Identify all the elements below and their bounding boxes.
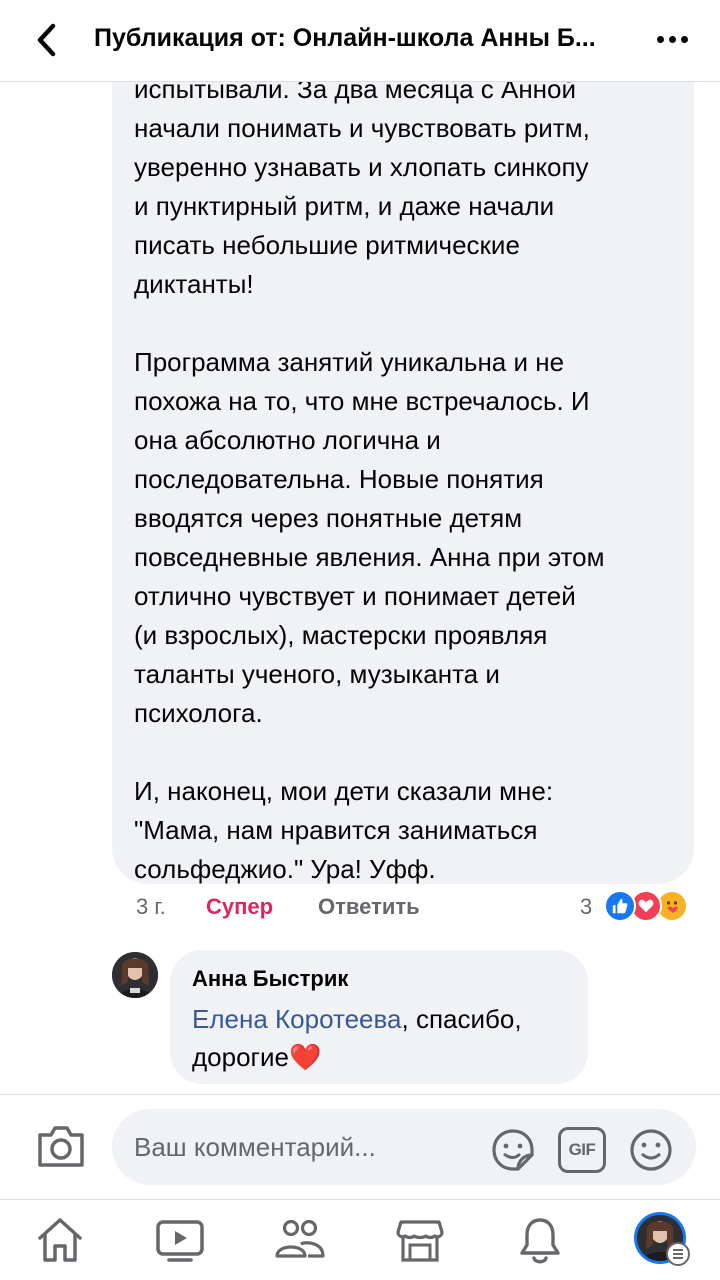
more-dot <box>680 35 688 43</box>
comment-input-container[interactable]: GIF <box>112 1109 696 1185</box>
camera-icon[interactable] <box>36 1123 86 1169</box>
reaction-count[interactable]: 3 <box>580 894 592 920</box>
page-title: Публикация от: Онлайн-школа Анны Б... <box>94 24 596 52</box>
video-icon <box>156 1220 204 1262</box>
marketplace-icon <box>396 1220 444 1262</box>
more-button[interactable] <box>652 24 692 54</box>
gif-icon[interactable]: GIF <box>558 1127 606 1173</box>
reply-button[interactable]: Ответить <box>318 894 420 920</box>
emoji-icon[interactable] <box>628 1127 674 1173</box>
top-bar: Публикация от: Онлайн-школа Анны Б... <box>0 0 720 82</box>
avatar[interactable] <box>112 952 158 998</box>
sticker-icon[interactable] <box>490 1127 536 1173</box>
tab-profile-menu[interactable] <box>634 1212 694 1272</box>
reaction-button[interactable]: Супер <box>206 894 273 920</box>
tab-notifications[interactable] <box>514 1214 566 1266</box>
reply-comment-bubble[interactable]: Анна Быстрик Елена Коротеева, спасибо, д… <box>170 950 588 1084</box>
comment-bubble[interactable]: испытывали. За два месяца с Анной начали… <box>112 40 694 884</box>
bottom-tab-bar <box>0 1200 720 1280</box>
gif-label: GIF <box>568 1140 596 1159</box>
friends-icon <box>275 1219 325 1258</box>
comment-timestamp: 3 г. <box>136 894 166 919</box>
chevron-left-icon <box>37 23 56 57</box>
comment-composer: GIF <box>0 1094 720 1200</box>
reaction-summary[interactable] <box>602 890 702 926</box>
like-reaction-icon <box>604 890 636 922</box>
tab-home[interactable] <box>34 1214 86 1266</box>
tab-friends[interactable] <box>274 1214 326 1266</box>
back-button[interactable] <box>28 22 64 58</box>
menu-line <box>673 1257 683 1259</box>
comment-actions: 3 г. Супер Ответить 3 <box>0 890 720 926</box>
more-dots-icon <box>656 35 664 43</box>
reply-text: Елена Коротеева, спасибо, дорогие❤️ <box>192 1000 572 1076</box>
comment-input[interactable] <box>134 1109 454 1185</box>
menu-line <box>673 1249 683 1251</box>
mention-link[interactable]: Елена Коротеева <box>192 1004 402 1034</box>
tab-marketplace[interactable] <box>394 1214 446 1266</box>
menu-badge-icon <box>666 1242 690 1266</box>
menu-line <box>673 1253 683 1255</box>
more-dot <box>668 35 676 43</box>
comment-text: испытывали. За два месяца с Анной начали… <box>134 74 605 884</box>
reply-author-name[interactable]: Анна Быстрик <box>192 966 348 992</box>
notifications-icon <box>520 1218 560 1264</box>
home-icon <box>38 1218 82 1262</box>
heart-emoji: ❤️ <box>289 1042 322 1072</box>
tab-video[interactable] <box>154 1214 206 1266</box>
